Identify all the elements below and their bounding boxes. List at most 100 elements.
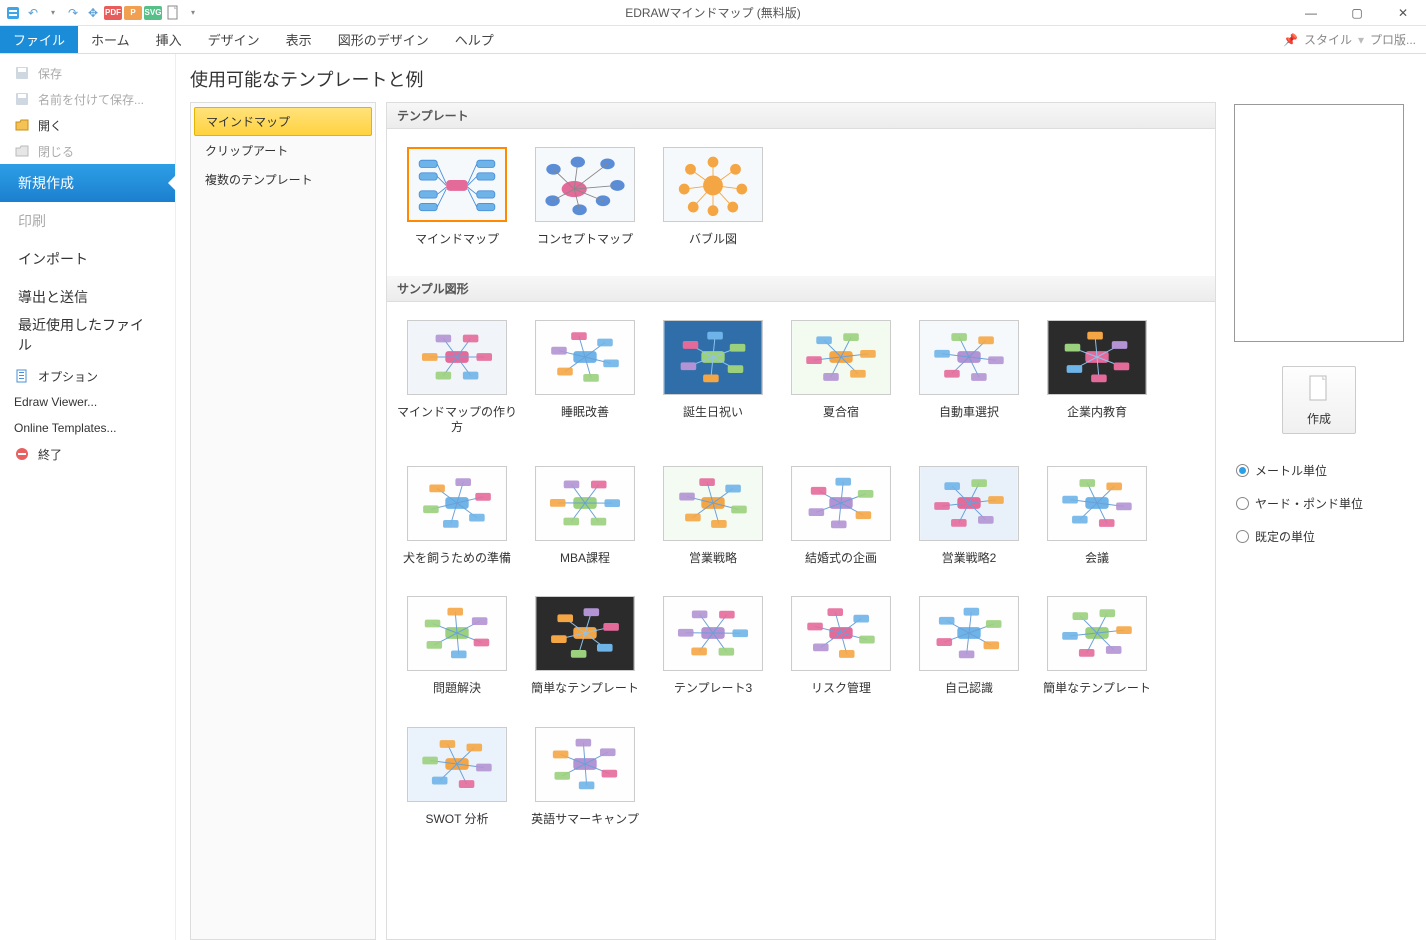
- template-tile[interactable]: コンセプトマップ: [521, 147, 649, 248]
- sample-thumb: [407, 466, 507, 541]
- sidebar-recent[interactable]: 最近使用したファイル: [0, 316, 175, 354]
- sample-tile[interactable]: MBA課程: [521, 466, 649, 567]
- ppt-badge-icon[interactable]: P: [124, 4, 142, 22]
- undo-dropdown-icon[interactable]: ▾: [44, 4, 62, 22]
- radio-metric[interactable]: メートル単位: [1236, 462, 1404, 479]
- sample-thumb: [919, 466, 1019, 541]
- category-mindmap[interactable]: マインドマップ: [194, 107, 372, 136]
- sidebar-open[interactable]: 開く: [0, 112, 175, 138]
- sample-tile[interactable]: 営業戦略: [649, 466, 777, 567]
- sample-tile[interactable]: 簡単なテンプレート: [521, 596, 649, 697]
- category-list: マインドマップ クリップアート 複数のテンプレート: [190, 102, 376, 940]
- minimize-button[interactable]: —: [1288, 0, 1334, 26]
- sidebar-import[interactable]: インポート: [0, 240, 175, 278]
- sample-tile[interactable]: SWOT 分析: [393, 727, 521, 828]
- template-tile[interactable]: マインドマップ: [393, 147, 521, 248]
- sample-label: 睡眠改善: [561, 405, 609, 421]
- sample-thumb: [1047, 466, 1147, 541]
- tab-design[interactable]: デザイン: [195, 26, 273, 53]
- sample-label: 営業戦略2: [942, 551, 997, 567]
- pin-icon[interactable]: 📌: [1283, 33, 1298, 47]
- new-document-icon: [1307, 374, 1331, 404]
- sample-thumb: [919, 596, 1019, 671]
- create-button[interactable]: 作成: [1282, 366, 1356, 434]
- sample-tile[interactable]: テンプレート3: [649, 596, 777, 697]
- sample-tile[interactable]: 自動車選択: [905, 320, 1033, 436]
- move-icon[interactable]: ✥: [84, 4, 102, 22]
- radio-icon: [1236, 464, 1249, 477]
- template-tile[interactable]: バブル図: [649, 147, 777, 248]
- radio-icon: [1236, 497, 1249, 510]
- pro-link[interactable]: プロ版...: [1370, 31, 1416, 48]
- sample-tile[interactable]: 企業内教育: [1033, 320, 1161, 436]
- tab-view[interactable]: 表示: [273, 26, 325, 53]
- sample-tile[interactable]: 英語サマーキャンプ: [521, 727, 649, 828]
- sample-thumb: [1047, 596, 1147, 671]
- sample-tile[interactable]: 自己認識: [905, 596, 1033, 697]
- close-button[interactable]: ✕: [1380, 0, 1426, 26]
- sample-tile[interactable]: 営業戦略2: [905, 466, 1033, 567]
- sidebar-exit[interactable]: 終了: [0, 441, 175, 467]
- sample-thumb: [919, 320, 1019, 395]
- sample-thumb: [535, 320, 635, 395]
- page-title: 使用可能なテンプレートと例: [190, 66, 1412, 92]
- radio-yard-pound[interactable]: ヤード・ポンド単位: [1236, 495, 1404, 512]
- sample-label: マインドマップの作り方: [393, 405, 521, 436]
- tab-help[interactable]: ヘルプ: [442, 26, 507, 53]
- tab-home[interactable]: ホーム: [78, 26, 143, 53]
- sample-label: MBA課程: [560, 551, 610, 567]
- sidebar-close[interactable]: 閉じる: [0, 138, 175, 164]
- sample-thumb: [407, 596, 507, 671]
- sample-tile[interactable]: 夏合宿: [777, 320, 905, 436]
- svg-badge-icon[interactable]: SVG: [144, 4, 162, 22]
- sample-tile[interactable]: 犬を飼うための準備: [393, 466, 521, 567]
- document-icon[interactable]: [164, 4, 182, 22]
- pdf-badge-icon[interactable]: PDF: [104, 4, 122, 22]
- template-thumb-bubble: [663, 147, 763, 222]
- qat-dropdown-icon[interactable]: ▾: [184, 4, 202, 22]
- template-label: コンセプトマップ: [537, 232, 633, 248]
- unit-radio-group: メートル単位 ヤード・ポンド単位 既定の単位: [1234, 462, 1404, 545]
- category-clipart[interactable]: クリップアート: [191, 136, 375, 165]
- sample-tile[interactable]: 睡眠改善: [521, 320, 649, 436]
- sample-label: 会議: [1085, 551, 1109, 567]
- undo-icon[interactable]: ↶: [24, 4, 42, 22]
- options-icon: [14, 368, 30, 384]
- tab-file[interactable]: ファイル: [0, 26, 78, 53]
- sidebar-export[interactable]: 導出と送信: [0, 278, 175, 316]
- maximize-button[interactable]: ▢: [1334, 0, 1380, 26]
- sample-thumb: [535, 727, 635, 802]
- quick-access-toolbar: ↶ ▾ ↷ ✥ PDF P SVG ▾: [0, 4, 202, 22]
- preview-pane: 作成 メートル単位 ヤード・ポンド単位 既定の単位: [1226, 102, 1412, 940]
- style-link[interactable]: スタイル: [1304, 31, 1352, 48]
- save-icon: [14, 65, 30, 81]
- radio-default[interactable]: 既定の単位: [1236, 528, 1404, 545]
- sample-label: 夏合宿: [823, 405, 859, 421]
- sidebar-print[interactable]: 印刷: [0, 202, 175, 240]
- open-icon: [14, 117, 30, 133]
- sample-tile[interactable]: リスク管理: [777, 596, 905, 697]
- app-icon: [4, 4, 22, 22]
- sample-label: 企業内教育: [1067, 405, 1127, 421]
- template-preview: [1234, 104, 1404, 342]
- sample-tile[interactable]: 簡単なテンプレート: [1033, 596, 1161, 697]
- sample-tile[interactable]: 結婚式の企画: [777, 466, 905, 567]
- gallery-scroll-area[interactable]: テンプレート マインドマップ: [387, 103, 1215, 939]
- save-as-icon: [14, 91, 30, 107]
- sample-tile[interactable]: 誕生日祝い: [649, 320, 777, 436]
- file-backstage-sidebar: 保存 名前を付けて保存... 開く 閉じる 新規作成 印刷 インポート 導出と送…: [0, 54, 176, 940]
- sample-tile[interactable]: マインドマップの作り方: [393, 320, 521, 436]
- category-multi-templates[interactable]: 複数のテンプレート: [191, 165, 375, 194]
- sidebar-viewer[interactable]: Edraw Viewer...: [0, 389, 175, 415]
- sidebar-new[interactable]: 新規作成: [0, 164, 175, 202]
- sample-tile[interactable]: 問題解決: [393, 596, 521, 697]
- redo-icon[interactable]: ↷: [64, 4, 82, 22]
- tab-shape-design[interactable]: 図形のデザイン: [325, 26, 442, 53]
- sidebar-online-templates[interactable]: Online Templates...: [0, 415, 175, 441]
- tab-insert[interactable]: 挿入: [143, 26, 195, 53]
- sidebar-options[interactable]: オプション: [0, 363, 175, 389]
- exit-icon: [14, 446, 30, 462]
- sidebar-save-as[interactable]: 名前を付けて保存...: [0, 86, 175, 112]
- sidebar-save[interactable]: 保存: [0, 60, 175, 86]
- sample-tile[interactable]: 会議: [1033, 466, 1161, 567]
